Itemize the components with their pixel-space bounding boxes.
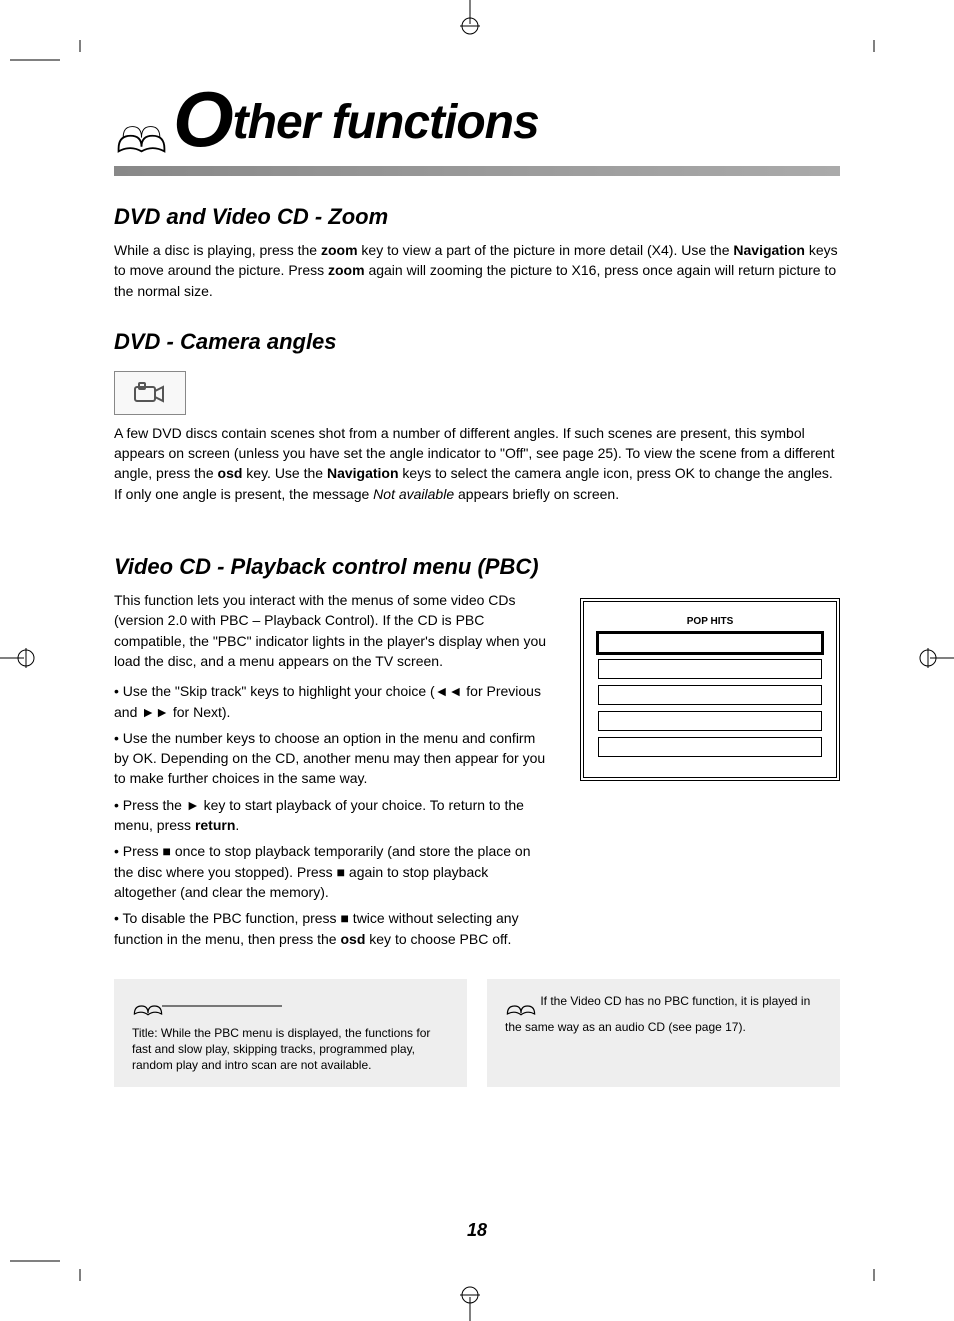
rewind-icon: ◄◄: [435, 683, 463, 699]
forward-icon: ►►: [141, 704, 169, 720]
stop-icon-3: ■: [340, 910, 348, 926]
pbc-bullet-4: • Press ■ once to stop playback temporar…: [114, 841, 550, 902]
angles-body: A few DVD discs contain scenes shot from…: [114, 423, 840, 504]
note-2-text: If the Video CD has no PBC function, it …: [505, 994, 810, 1034]
page-content: Other functions DVD and Video CD - Zoom …: [74, 60, 880, 1087]
pbc-menu-row-2: [598, 659, 822, 679]
return-key-label: return: [195, 817, 235, 833]
pbc-menu-row-5: [598, 737, 822, 757]
note-1-text: Title: While the PBC menu is displayed, …: [132, 1025, 449, 1074]
book-note-icon-2: [505, 993, 537, 1019]
pbc-menu-row-3: [598, 685, 822, 705]
pbc-menu-title: POP HITS: [598, 616, 822, 627]
pbc-menu-row-4: [598, 711, 822, 731]
chapter-underline: [114, 166, 840, 176]
note-row: Title: While the PBC menu is displayed, …: [114, 979, 840, 1088]
pbc-bullet-2: • Use the number keys to choose an optio…: [114, 728, 550, 789]
section-angles-heading: DVD - Camera angles: [114, 329, 840, 355]
section-pbc-heading: Video CD - Playback control menu (PBC): [114, 554, 840, 580]
note-block-1: Title: While the PBC menu is displayed, …: [114, 979, 467, 1088]
page-number: 18: [0, 1220, 954, 1241]
zoom-key-label: zoom: [321, 242, 358, 258]
play-icon: ►: [186, 797, 200, 813]
pbc-menu-row-1: [598, 633, 822, 653]
zoom-body: While a disc is playing, press the zoom …: [114, 240, 840, 301]
section-zoom-heading: DVD and Video CD - Zoom: [114, 204, 840, 230]
note-block-2: If the Video CD has no PBC function, it …: [487, 979, 840, 1088]
osd-key-label-2: osd: [340, 931, 365, 947]
navigation-key-label: Navigation: [733, 242, 805, 258]
pbc-bullet-5: • To disable the PBC function, press ■ t…: [114, 908, 550, 949]
camera-angle-icon: [114, 371, 186, 415]
stop-icon: ■: [162, 843, 170, 859]
osd-key-label: osd: [218, 465, 243, 481]
note-underline-icon: [162, 1003, 282, 1009]
book-icon: [114, 108, 169, 158]
book-note-icon: [132, 993, 164, 1019]
chapter-header: Other functions: [114, 80, 840, 158]
pbc-bullet-1: • Use the "Skip track" keys to highlight…: [114, 681, 550, 722]
pbc-menu-mock: POP HITS: [580, 598, 840, 781]
pbc-intro: This function lets you interact with the…: [114, 590, 550, 671]
pbc-bullet-3: • Press the ► key to start playback of y…: [114, 795, 550, 836]
chapter-title: Other functions: [173, 80, 539, 158]
not-available-text: Not available: [373, 486, 454, 502]
pbc-two-column: This function lets you interact with the…: [114, 590, 840, 949]
stop-icon-2: ■: [337, 864, 345, 880]
